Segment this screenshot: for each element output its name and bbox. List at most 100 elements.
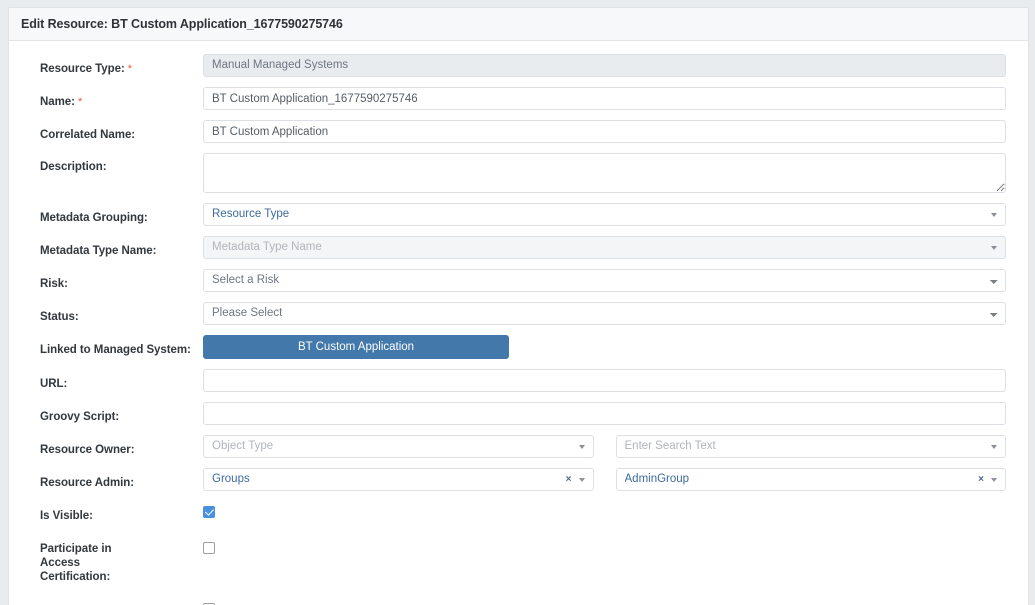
label-metadata-type-name: Metadata Type Name:: [40, 245, 156, 257]
metadata-grouping-combo[interactable]: Resource Type: [203, 203, 1006, 226]
label-is-public-col: Is Public:: [31, 598, 203, 605]
card-header: Edit Resource: BT Custom Application_167…: [9, 8, 1028, 41]
label-resource-admin-col: Resource Admin:: [31, 468, 203, 491]
field-resource-owner-col: Object Type Enter Search Text: [203, 435, 1006, 458]
field-row-description: Description:: [31, 153, 1006, 193]
resource-admin-object-type-combo[interactable]: Groups ×: [203, 468, 594, 491]
resource-admin-search-value: AdminGroup: [625, 469, 979, 490]
label-resource-owner: Resource Owner:: [40, 444, 134, 456]
participate-access-certification-checkbox[interactable]: [203, 542, 215, 554]
resource-admin-object-type-value: Groups: [212, 469, 566, 490]
label-linked-managed-system: Linked to Managed System:: [40, 344, 191, 356]
clear-icon[interactable]: ×: [566, 475, 572, 485]
page-root: Edit Resource: BT Custom Application_167…: [0, 0, 1035, 605]
field-row-linked-managed-system: Linked to Managed System: BT Custom Appl…: [31, 335, 1006, 359]
field-row-is-public: Is Public:: [31, 598, 1006, 605]
chevron-down-icon: [991, 213, 997, 217]
label-participate-access-certification: Participate in Access Certification:: [40, 542, 142, 584]
edit-resource-card: Edit Resource: BT Custom Application_167…: [8, 7, 1029, 605]
chevron-down-icon: [579, 445, 585, 449]
field-status-col: Please Select: [203, 302, 1006, 325]
label-status-col: Status:: [31, 302, 203, 325]
field-row-risk: Risk: Select a Risk: [31, 269, 1006, 292]
field-row-metadata-grouping: Metadata Grouping: Resource Type: [31, 203, 1006, 226]
resource-owner-object-type-combo[interactable]: Object Type: [203, 435, 594, 458]
field-linked-managed-system-col: BT Custom Application: [203, 335, 1006, 359]
risk-select[interactable]: Select a Risk: [203, 269, 1006, 292]
label-linked-managed-system-col: Linked to Managed System:: [31, 335, 203, 358]
field-row-resource-type: Resource Type: * Manual Managed Systems: [31, 54, 1006, 77]
resource-type-select[interactable]: Manual Managed Systems: [203, 54, 1006, 77]
label-url-col: URL:: [31, 369, 203, 392]
field-row-name: Name: *: [31, 87, 1006, 110]
required-asterisk-resource-type: *: [125, 63, 132, 75]
label-correlated-name-col: Correlated Name:: [31, 120, 203, 143]
field-row-resource-admin: Resource Admin: Groups × AdminGroup ×: [31, 468, 1006, 491]
label-resource-owner-col: Resource Owner:: [31, 435, 203, 458]
label-groovy-script-col: Groovy Script:: [31, 402, 203, 425]
label-resource-type: Resource Type:: [40, 63, 125, 75]
field-row-url: URL:: [31, 369, 1006, 392]
label-correlated-name: Correlated Name:: [40, 129, 135, 141]
resource-owner-search-wrap: Enter Search Text: [616, 435, 1007, 458]
field-groovy-script-col: [203, 402, 1006, 425]
label-name-col: Name: *: [31, 87, 203, 110]
field-url-col: [203, 369, 1006, 392]
status-select[interactable]: Please Select: [203, 302, 1006, 325]
field-resource-admin-col: Groups × AdminGroup ×: [203, 468, 1006, 491]
chevron-down-icon: [579, 478, 585, 482]
chevron-down-icon: [991, 246, 997, 250]
field-name-col: [203, 87, 1006, 110]
label-resource-type-col: Resource Type: *: [31, 54, 203, 77]
chevron-down-icon: [991, 478, 997, 482]
field-row-groovy-script: Groovy Script:: [31, 402, 1006, 425]
label-risk-col: Risk:: [31, 269, 203, 292]
field-is-visible-col: [203, 501, 1006, 521]
field-correlated-name-col: [203, 120, 1006, 143]
field-row-resource-owner: Resource Owner: Object Type Enter Search…: [31, 435, 1006, 458]
label-is-visible: Is Visible:: [40, 510, 93, 522]
label-description: Description:: [40, 161, 107, 173]
field-is-public-col: [203, 598, 1006, 605]
field-metadata-grouping-col: Resource Type: [203, 203, 1006, 226]
metadata-type-name-combo[interactable]: Metadata Type Name: [203, 236, 1006, 259]
page-title: Edit Resource: BT Custom Application_167…: [21, 17, 343, 31]
label-url: URL:: [40, 378, 67, 390]
field-row-correlated-name: Correlated Name:: [31, 120, 1006, 143]
label-status: Status:: [40, 311, 79, 323]
resource-admin-search-combo[interactable]: AdminGroup ×: [616, 468, 1007, 491]
field-row-participate-access-certification: Participate in Access Certification:: [31, 537, 1006, 585]
resource-admin-object-type-wrap: Groups ×: [203, 468, 594, 491]
groovy-script-input[interactable]: [203, 402, 1006, 425]
label-participate-access-certification-col: Participate in Access Certification:: [31, 537, 203, 585]
label-is-visible-col: Is Visible:: [31, 501, 203, 524]
correlated-name-input[interactable]: [203, 120, 1006, 143]
resource-owner-object-type-placeholder: Object Type: [212, 436, 579, 457]
linked-managed-system-button[interactable]: BT Custom Application: [203, 335, 509, 359]
field-resource-type-col: Manual Managed Systems: [203, 54, 1006, 77]
field-risk-col: Select a Risk: [203, 269, 1006, 292]
name-input[interactable]: [203, 87, 1006, 110]
description-textarea[interactable]: [203, 153, 1006, 193]
clear-icon[interactable]: ×: [978, 475, 984, 485]
resource-owner-object-type-wrap: Object Type: [203, 435, 594, 458]
label-risk: Risk:: [40, 278, 68, 290]
field-participate-access-certification-col: [203, 537, 1006, 557]
label-name: Name:: [40, 96, 75, 108]
is-visible-checkbox[interactable]: [203, 506, 215, 518]
label-metadata-type-name-col: Metadata Type Name:: [31, 236, 203, 259]
form-body: Resource Type: * Manual Managed Systems …: [9, 41, 1028, 605]
url-input[interactable]: [203, 369, 1006, 392]
label-resource-admin: Resource Admin:: [40, 477, 134, 489]
label-description-col: Description:: [31, 153, 203, 175]
metadata-grouping-value: Resource Type: [212, 204, 991, 225]
field-metadata-type-name-col: Metadata Type Name: [203, 236, 1006, 259]
required-asterisk-name: *: [75, 96, 82, 108]
field-row-status: Status: Please Select: [31, 302, 1006, 325]
resource-admin-search-wrap: AdminGroup ×: [616, 468, 1007, 491]
resource-owner-search-combo[interactable]: Enter Search Text: [616, 435, 1007, 458]
field-row-metadata-type-name: Metadata Type Name: Metadata Type Name: [31, 236, 1006, 259]
field-description-col: [203, 153, 1006, 193]
chevron-down-icon: [991, 445, 997, 449]
metadata-type-name-placeholder: Metadata Type Name: [212, 237, 991, 258]
